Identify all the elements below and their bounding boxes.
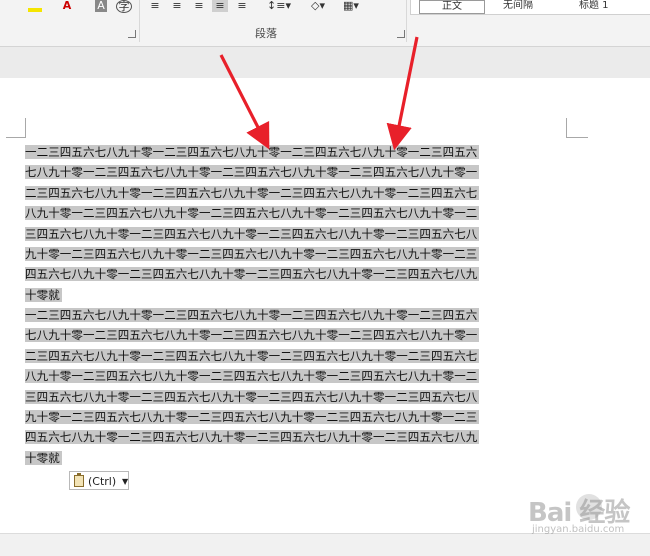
annotation-arrows (219, 36, 419, 151)
annotation-arrow-left (219, 54, 270, 150)
annotation-arrow-right (386, 36, 419, 151)
